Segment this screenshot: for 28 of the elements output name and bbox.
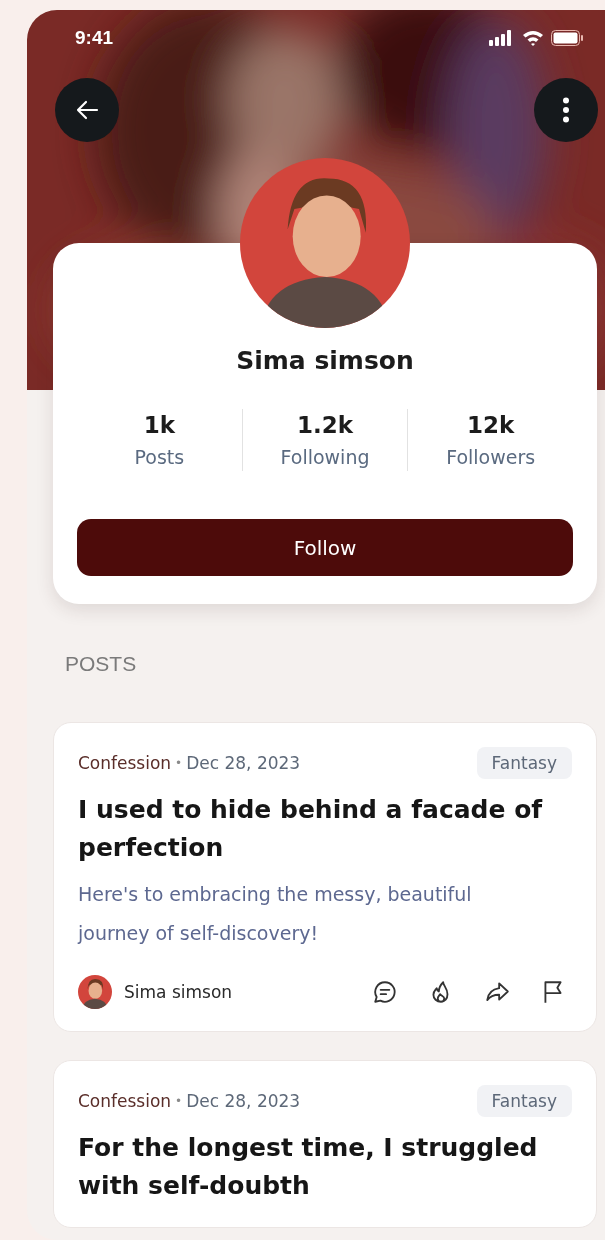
post-date: Dec 28, 2023 (186, 1091, 301, 1111)
post-category: Confession (78, 753, 172, 773)
post-excerpt: Here's to embracing the messy, beautiful journey of self-discovery! (78, 882, 473, 946)
author-name: Sima simson (124, 982, 233, 1002)
speech-bubble-icon (372, 979, 398, 1005)
stat-value: 12k (467, 412, 515, 438)
back-arrow-icon (75, 100, 99, 120)
profile-name: Sima simson (236, 346, 414, 375)
post-title: I used to hide behind a facade of perfection (78, 794, 544, 864)
stat-value: 1k (143, 412, 175, 438)
stat-label: Posts (134, 446, 185, 468)
stat-label: Following (280, 446, 370, 468)
post-tag: Fantasy (476, 1085, 572, 1117)
stat-label: Followers (446, 446, 536, 468)
section-heading: POSTS (65, 652, 138, 676)
post-title: For the longest time, I struggled with self-doubth (78, 1132, 539, 1202)
wifi-icon (522, 30, 544, 46)
post-tag: Fantasy (476, 747, 572, 779)
author-avatar-icon (78, 975, 112, 1009)
separator-dot: • (175, 1094, 183, 1108)
post-category: Confession (78, 1091, 172, 1111)
battery-icon (551, 30, 583, 46)
follow-button[interactable]: Follow (77, 519, 573, 576)
more-icon (562, 97, 570, 123)
separator-dot: • (175, 756, 183, 770)
stat-value: 1.2k (296, 412, 353, 438)
status-time: 9:41 (75, 27, 114, 49)
post-date: Dec 28, 2023 (186, 753, 301, 773)
